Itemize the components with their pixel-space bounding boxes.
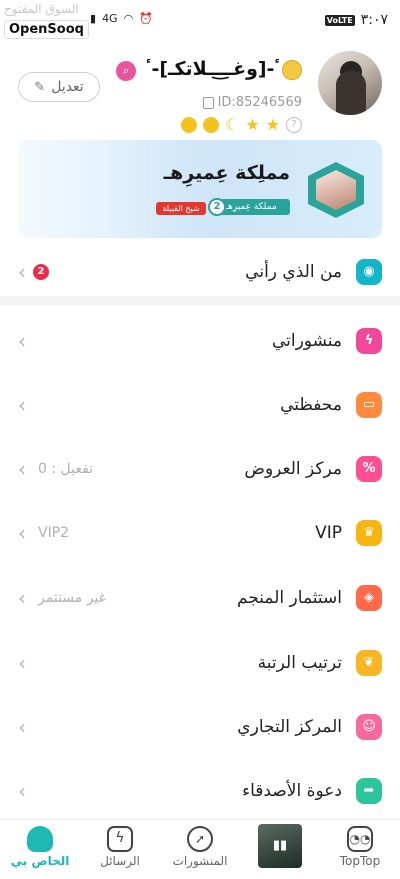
signal-icon: ▮ [90,12,97,25]
smiley-badge-icon [202,117,219,133]
mine-value: غير مستثمر [38,590,106,606]
user-id[interactable]: ID:85246569 [202,95,302,110]
smiley-badge-icon [180,117,197,133]
copy-icon[interactable] [202,96,214,109]
tab-posts[interactable]: ➚ المنشورات [160,820,240,879]
message-icon: ϟ [107,826,133,852]
network-type: 4G [102,12,118,25]
menu-item-store[interactable]: ☺ المركز التجاري ‹ [0,695,400,759]
discount-icon: % [356,456,382,482]
vip-value: VIP2 [38,525,70,541]
eye-icon: ◉ [356,259,382,285]
viewers-count-badge: 2 [33,264,49,280]
menu-item-posts[interactable]: ϟ منشوراتي ‹ [0,309,400,373]
crown-icon: ♛ [356,520,382,546]
wallet-icon: ▭ [356,392,382,418]
status-right: VoLTE ٣:٠٧ [324,12,388,28]
store-icon: ☺ [356,714,382,740]
star-badge-icon: ★ [245,115,260,134]
badge-row: ☾ ★ ★ ? [180,115,302,134]
section-divider [0,296,400,305]
gamepad-icon: ◔◔ [347,826,373,852]
now-playing-thumbnail: ▮▮ [258,824,302,868]
moon-badge-icon: ☾ [224,115,240,134]
compass-icon: ➚ [187,826,213,852]
emoji-face-icon [282,59,302,80]
star-badge-icon: ★ [265,115,280,134]
person-icon [27,826,53,852]
chevron-left-icon: ‹ [18,260,26,284]
chevron-left-icon: ‹ [18,715,26,739]
menu-item-rank[interactable]: ❦ ترتيب الرتبة ‹ [0,631,400,695]
status-bar: السوق المفتوح OpenSooq ▮ 4G ◠ ⏰ VoLTE ٣:… [0,0,400,44]
chevron-left-icon: ‹ [18,586,26,610]
chevron-left-icon: ‹ [18,651,26,675]
help-icon[interactable]: ? [286,117,302,133]
tab-now-playing[interactable]: ▮▮ [240,820,320,879]
wifi-icon: ◠ [123,12,134,25]
tab-mine[interactable]: الخاص بي [0,820,80,879]
watermark-text: السوق المفتوح [4,2,79,16]
offers-value: تفعيل : 0 [38,461,94,477]
alarm-icon: ⏰ [139,12,153,25]
kingdom-role-chip: شيخ القبيلة [156,202,206,215]
kingdom-level: 2 [208,198,226,216]
clock: ٣:٠٧ [360,12,388,28]
posts-icon: ϟ [356,328,382,354]
search-icon[interactable]: ⌕ [116,61,136,81]
username: ٴ-[وغــ͜ــلاتكـ]-ٴ [146,58,304,80]
bottom-nav: الخاص بي ϟ الرسائل ➚ المنشورات ▮▮ ◔◔ Top… [0,819,400,879]
avatar[interactable] [318,51,382,115]
menu-item-vip[interactable]: ♛ VIP VIP2 ‹ [0,501,400,565]
edit-profile-button[interactable]: ✎ تعديل [18,72,100,102]
chevron-left-icon: ‹ [18,521,26,545]
pencil-icon: ✎ [34,79,46,95]
menu-item-invite[interactable]: ➦ دعوة الأصدقاء ‹ [0,759,400,823]
share-icon: ➦ [356,778,382,804]
status-icons: ▮ 4G ◠ ⏰ [90,12,153,25]
kingdom-banner[interactable]: مملِكة عِميرِهـ مملكة عِميرِهـ 2 شيخ الق… [18,140,382,238]
volte-badge: VoLTE [324,14,355,26]
tab-messages[interactable]: ϟ الرسائل [80,820,160,879]
watermark-logo: OpenSooq [4,20,89,39]
menu-item-wallet[interactable]: ▭ محفظتي ‹ [0,373,400,437]
menu-item-mine[interactable]: ◈ استثمار المنجم غير مستثمر ‹ [0,566,400,630]
kingdom-title: مملِكة عِميرِهـ [163,162,290,184]
chevron-left-icon: ‹ [18,457,26,481]
chevron-left-icon: ‹ [18,393,26,417]
rank-icon: ❦ [356,650,382,676]
chevron-left-icon: ‹ [18,779,26,803]
tab-toptop[interactable]: ◔◔ TopTop [320,820,400,879]
menu-item-viewers[interactable]: ◉ من الذي رأني 2 ‹ [0,240,400,304]
menu-item-offers[interactable]: % مركز العروض تفعيل : 0 ‹ [0,437,400,501]
chevron-left-icon: ‹ [18,329,26,353]
mine-icon: ◈ [356,585,382,611]
